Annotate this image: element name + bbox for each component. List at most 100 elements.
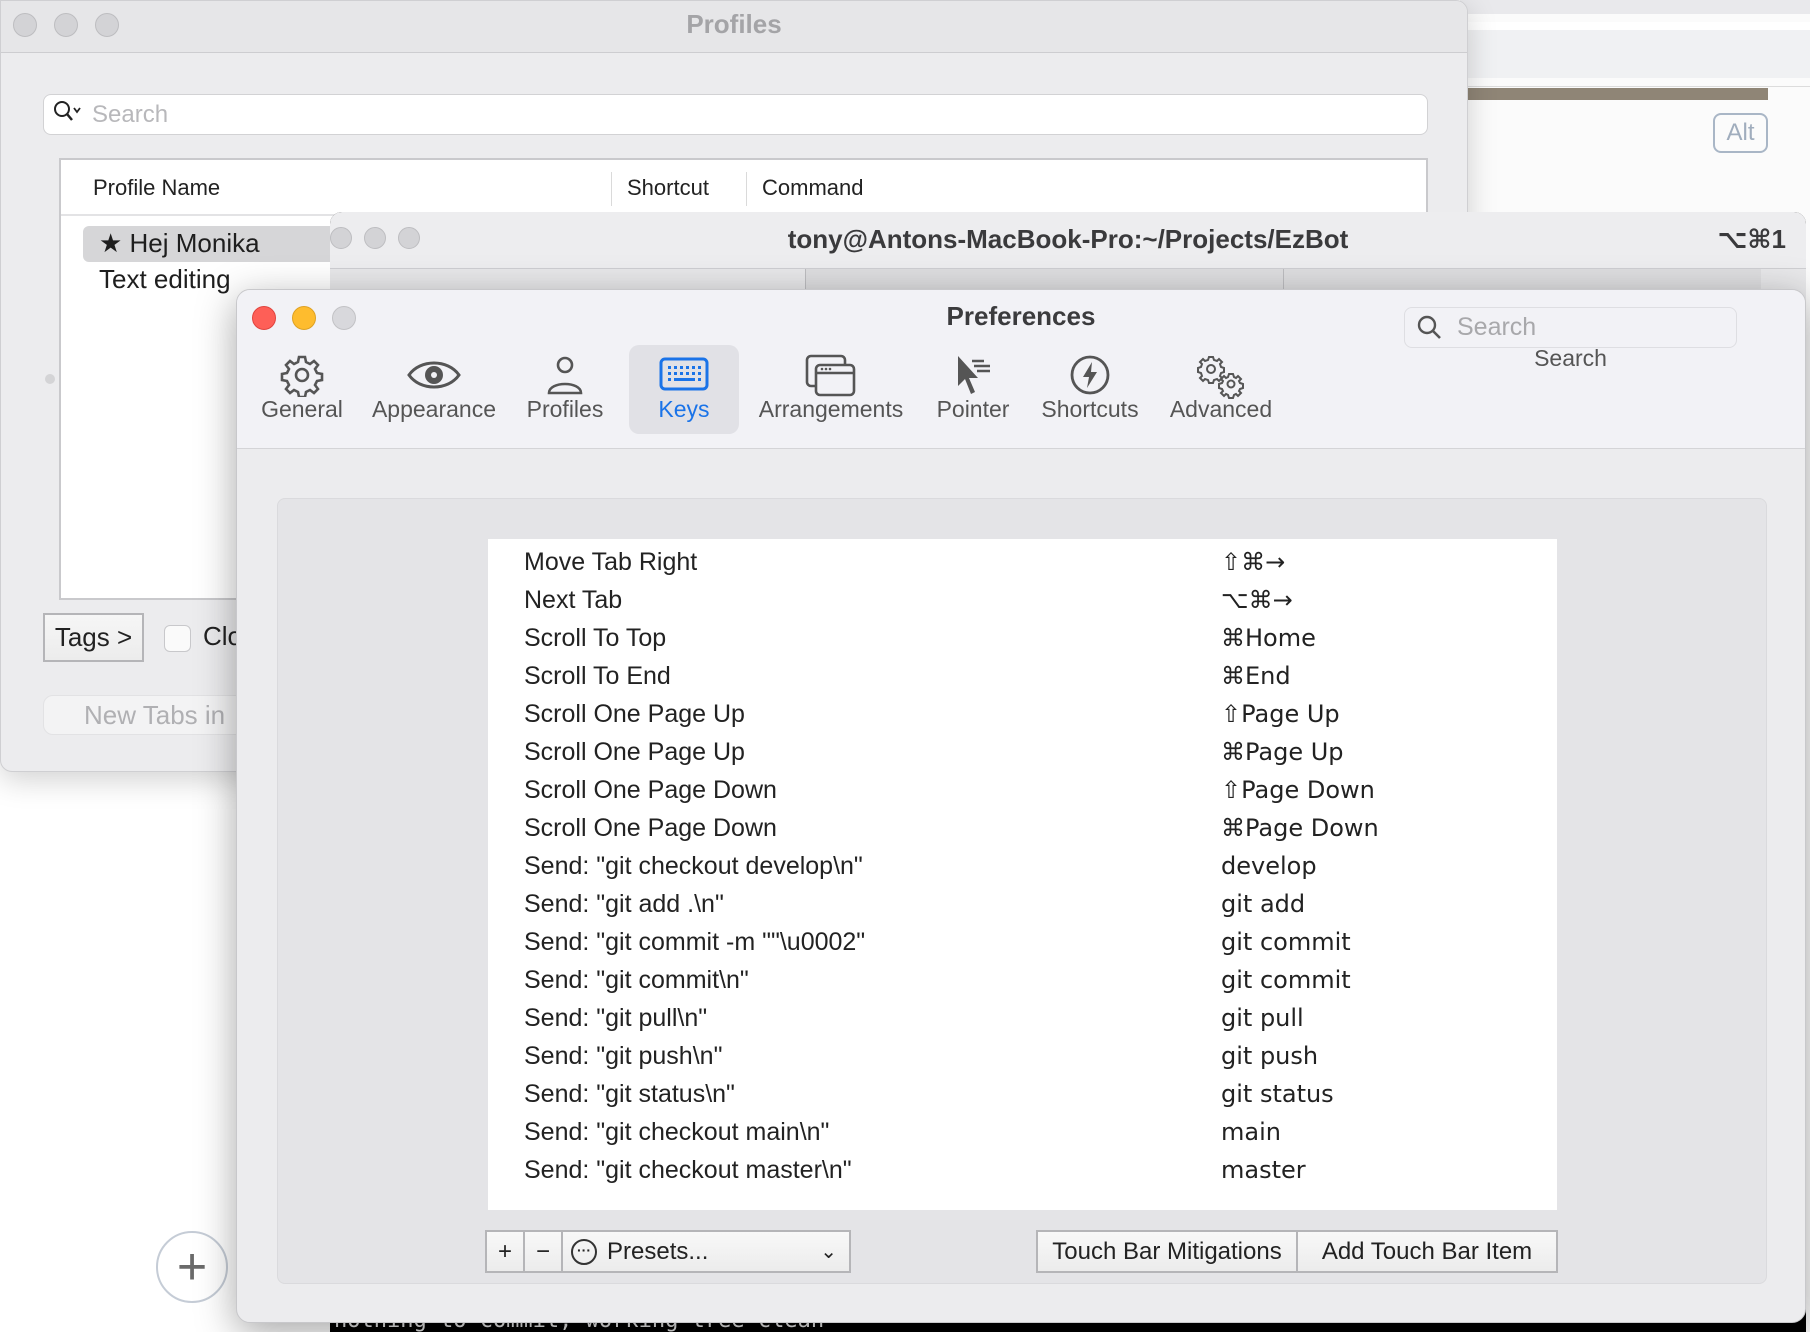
background-window-band <box>1460 22 1810 78</box>
checkbox[interactable] <box>164 625 191 652</box>
add-remove-presets-group: + − ··· Presets... ⌄ <box>485 1230 851 1273</box>
key-binding-action: Scroll One Page Down <box>524 814 777 842</box>
key-binding-row[interactable]: Scroll One Page Up ⌘Page Up <box>488 733 1557 771</box>
key-binding-row[interactable]: Send: "git add .\n" git add <box>488 885 1557 923</box>
key-binding-row[interactable]: Send: "git commit -m ""\u0002" git commit <box>488 923 1557 961</box>
terminal-titlebar: tony@Antons-MacBook-Pro:~/Projects/EzBot… <box>330 212 1806 268</box>
resize-dot <box>45 374 55 384</box>
key-binding-shortcut: git commit <box>1221 928 1351 956</box>
key-binding-row[interactable]: Scroll To Top ⌘Home <box>488 619 1557 657</box>
touch-bar-mitigations-button[interactable]: Touch Bar Mitigations <box>1038 1232 1298 1271</box>
key-binding-shortcut: ⇧Page Down <box>1221 776 1375 804</box>
key-binding-action: Send: "git pull\n" <box>524 1004 708 1032</box>
windows-icon <box>805 354 856 397</box>
profile-row[interactable]: ★ Hej Monika <box>99 228 260 259</box>
key-binding-row[interactable]: Scroll To End ⌘End <box>488 657 1557 695</box>
toolbar-label: Shortcuts <box>1041 396 1139 422</box>
key-binding-row[interactable]: Send: "git pull\n" git pull <box>488 999 1557 1037</box>
gear-icon <box>280 355 324 397</box>
key-binding-row[interactable]: Next Tab ⌥⌘→ <box>488 581 1557 619</box>
preferences-window: Preferences General Appearance Profiles … <box>236 289 1806 1323</box>
key-binding-row[interactable]: Scroll One Page Up ⇧Page Up <box>488 695 1557 733</box>
key-binding-action: Scroll To Top <box>524 624 667 652</box>
key-binding-row[interactable]: Scroll One Page Down ⌘Page Down <box>488 809 1557 847</box>
column-separator <box>746 172 747 206</box>
key-binding-shortcut: ⌘Page Down <box>1221 814 1379 842</box>
search-placeholder: Search <box>1457 313 1537 341</box>
column-header-command[interactable]: Command <box>762 175 863 201</box>
keyboard-icon <box>659 357 709 391</box>
toolbar-appearance[interactable]: Appearance <box>364 345 504 434</box>
key-binding-row[interactable]: Move Tab Right ⇧⌘→ <box>488 543 1557 581</box>
alt-key-badge: Alt <box>1713 113 1768 153</box>
key-binding-action: Send: "git add .\n" <box>524 890 724 918</box>
toolbar-label: Keys <box>658 396 710 422</box>
column-separator <box>611 172 612 206</box>
key-binding-shortcut: git commit <box>1221 966 1351 994</box>
tags-button[interactable]: Tags > <box>43 613 144 662</box>
column-header-profile-name[interactable]: Profile Name <box>93 175 220 201</box>
key-binding-row[interactable]: Send: "git push\n" git push <box>488 1037 1557 1075</box>
terminal-title: tony@Antons-MacBook-Pro:~/Projects/EzBot <box>787 224 1349 254</box>
preferences-search-field[interactable]: Search <box>1404 307 1737 348</box>
remove-binding-button[interactable]: − <box>525 1232 563 1271</box>
toolbar-general[interactable]: General <box>257 345 347 434</box>
ellipsis-circle-icon: ··· <box>571 1238 597 1265</box>
chevron-down-icon: ⌄ <box>820 1241 837 1263</box>
key-binding-row[interactable]: Send: "git checkout master\n" master <box>488 1151 1557 1189</box>
profiles-search-field[interactable]: Search <box>43 94 1428 135</box>
add-profile-button[interactable]: + <box>156 1231 228 1303</box>
profile-row[interactable]: Text editing <box>99 264 231 295</box>
toolbar-label: General <box>261 396 343 422</box>
presets-label: Presets... <box>607 1237 709 1265</box>
column-header-shortcut[interactable]: Shortcut <box>627 175 709 201</box>
search-placeholder: Search <box>92 100 169 128</box>
key-binding-action: Move Tab Right <box>524 548 698 576</box>
key-binding-row[interactable]: Scroll One Page Down ⇧Page Down <box>488 771 1557 809</box>
key-binding-shortcut: master <box>1221 1156 1306 1184</box>
toolbar-label: Advanced <box>1169 396 1273 422</box>
toolbar-arrangements[interactable]: Arrangements <box>751 345 911 434</box>
terminal-shortcut: ⌥⌘1 <box>1717 224 1786 254</box>
key-binding-action: Send: "git checkout develop\n" <box>524 852 863 880</box>
key-binding-shortcut: git add <box>1221 890 1306 918</box>
key-binding-row[interactable]: Send: "git checkout main\n" main <box>488 1113 1557 1151</box>
search-label: Search <box>1534 345 1607 371</box>
toolbar-pointer[interactable]: Pointer <box>925 345 1021 434</box>
presets-dropdown[interactable]: ··· Presets... ⌄ <box>563 1232 849 1271</box>
preferences-toolbar: Preferences General Appearance Profiles … <box>237 290 1805 449</box>
background-image-strip <box>1468 88 1768 100</box>
toolbar-label: Profiles <box>526 396 604 422</box>
add-touch-bar-item-button[interactable]: Add Touch Bar Item <box>1298 1232 1556 1271</box>
plus-icon: + <box>176 1238 208 1296</box>
divider <box>1460 86 1810 87</box>
search-icon <box>1417 315 1441 339</box>
key-binding-shortcut: ⌘Page Up <box>1221 738 1344 766</box>
eye-icon <box>407 361 461 389</box>
key-binding-action: Send: "git commit\n" <box>524 966 749 994</box>
key-binding-row[interactable]: Send: "git commit\n" git commit <box>488 961 1557 999</box>
toolbar-advanced[interactable]: Advanced <box>1161 345 1281 434</box>
profiles-window-title: Profiles <box>686 9 782 39</box>
key-binding-action: Send: "git push\n" <box>524 1042 723 1070</box>
key-binding-row[interactable]: Send: "git checkout develop\n" develop <box>488 847 1557 885</box>
search-icon <box>52 99 92 130</box>
key-binding-row[interactable]: Send: "git status\n" git status <box>488 1075 1557 1113</box>
key-binding-shortcut: ⌥⌘→ <box>1221 586 1293 614</box>
key-binding-action: Send: "git checkout main\n" <box>524 1118 830 1146</box>
key-binding-shortcut: git pull <box>1221 1004 1304 1032</box>
key-binding-shortcut: main <box>1221 1118 1281 1146</box>
key-binding-shortcut: ⇧Page Up <box>1221 700 1340 728</box>
toolbar-label: Appearance <box>371 396 497 422</box>
pointer-icon <box>958 356 990 394</box>
key-binding-action: Send: "git commit -m ""\u0002" <box>524 928 866 956</box>
key-binding-action: Send: "git status\n" <box>524 1080 735 1108</box>
key-binding-action: Scroll One Page Down <box>524 776 777 804</box>
add-binding-button[interactable]: + <box>487 1232 525 1271</box>
key-binding-shortcut: git push <box>1221 1042 1319 1070</box>
toolbar-keys[interactable]: Keys <box>629 345 739 434</box>
toolbar-shortcuts[interactable]: Shortcuts <box>1035 345 1145 434</box>
key-binding-shortcut: ⇧⌘→ <box>1221 548 1286 576</box>
key-binding-shortcut: develop <box>1221 852 1317 880</box>
toolbar-profiles[interactable]: Profiles <box>521 345 609 434</box>
